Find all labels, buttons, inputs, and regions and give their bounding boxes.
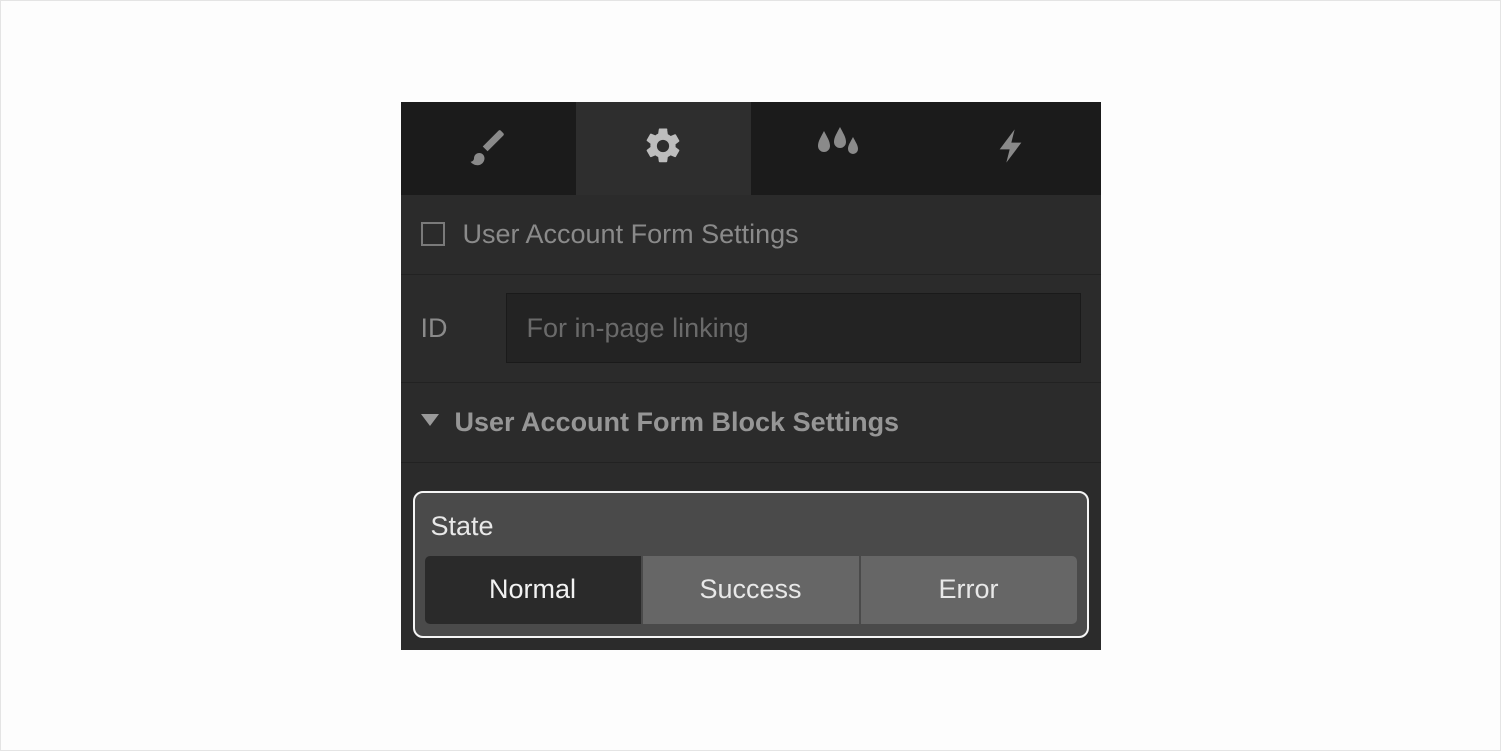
state-toggle-group: Normal Success Error [425, 556, 1077, 624]
tab-settings[interactable] [576, 102, 751, 195]
gear-icon [642, 125, 684, 172]
state-box: State Normal Success Error [413, 491, 1089, 638]
form-settings-header: User Account Form Settings [401, 195, 1101, 275]
block-settings-header[interactable]: User Account Form Block Settings [401, 383, 1101, 463]
brush-icon [467, 125, 509, 172]
tab-interactions[interactable] [926, 102, 1101, 195]
bolt-icon [993, 126, 1033, 171]
tab-style[interactable] [401, 102, 576, 195]
state-option-error[interactable]: Error [861, 556, 1077, 624]
id-label: ID [421, 313, 506, 344]
panel-tabs [401, 102, 1101, 195]
water-drops-icon [815, 127, 861, 170]
id-input[interactable] [506, 293, 1081, 363]
block-settings-title: User Account Form Block Settings [455, 407, 900, 438]
tab-effects[interactable] [751, 102, 926, 195]
form-settings-title: User Account Form Settings [463, 219, 799, 250]
settings-panel: User Account Form Settings ID User Accou… [401, 102, 1101, 650]
state-option-success[interactable]: Success [643, 556, 859, 624]
state-option-normal[interactable]: Normal [425, 556, 641, 624]
form-settings-checkbox[interactable] [421, 222, 445, 246]
id-field-row: ID [401, 275, 1101, 383]
chevron-down-icon [421, 413, 439, 431]
state-label: State [425, 503, 1077, 556]
